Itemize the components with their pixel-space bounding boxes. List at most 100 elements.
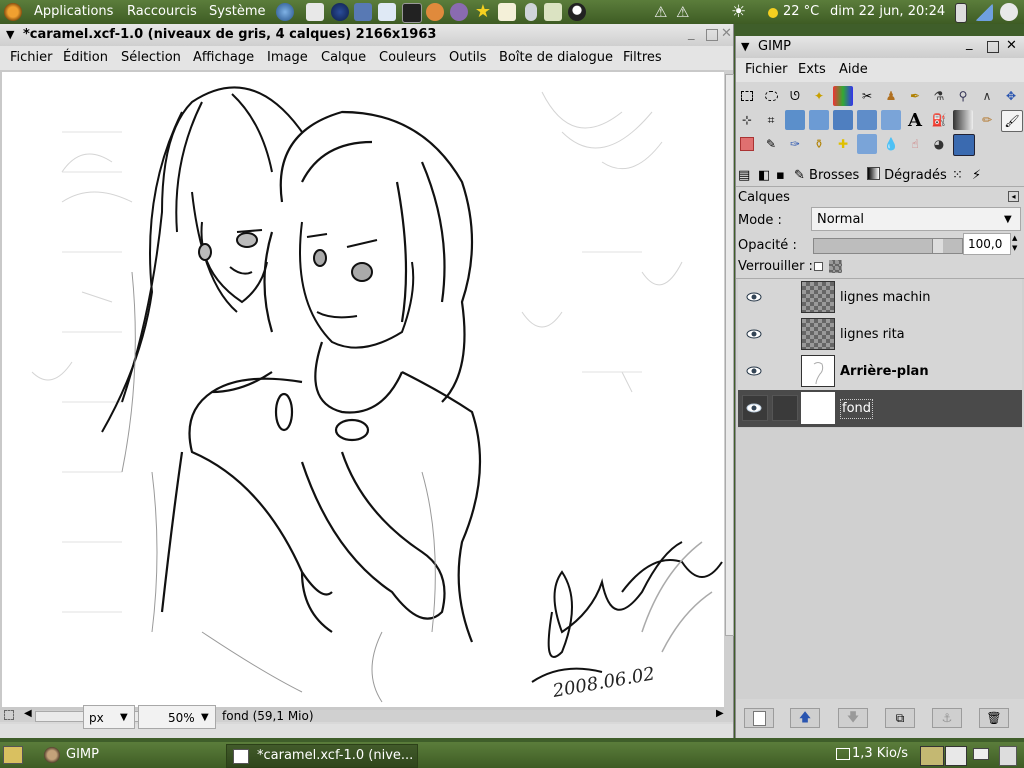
menu-selection[interactable]: Sélection [121, 46, 181, 70]
color-select-tool-icon[interactable] [833, 86, 853, 106]
move-tool-icon[interactable]: ✥ [1001, 86, 1021, 106]
opacity-spinbox[interactable]: 100,0 [963, 233, 1011, 255]
minimize-icon[interactable]: _ [688, 26, 695, 41]
layer-row-selected[interactable]: fond [738, 390, 1022, 428]
vertical-scrollbar[interactable] [724, 70, 734, 710]
fuzzy-select-tool-icon[interactable]: ✦ [809, 86, 829, 106]
smudge-tool-icon[interactable]: ☝ [905, 134, 925, 154]
launcher-icon[interactable] [426, 3, 444, 21]
paintbrush-tool-icon[interactable]: 🖌 [1001, 110, 1023, 132]
taskbar-item-gimp[interactable]: GIMP [40, 744, 220, 766]
vertical-scroll-thumb[interactable] [725, 74, 734, 636]
scissors-tool-icon[interactable]: ✂ [857, 86, 877, 106]
trash-icon[interactable] [999, 746, 1017, 766]
anchor-layer-button[interactable]: ⚓ [932, 708, 962, 728]
zoom-tool-icon[interactable]: ⚲ [953, 86, 973, 106]
new-layer-button[interactable] [744, 708, 774, 728]
window-menu-icon[interactable]: ▼ [741, 40, 749, 53]
browser-icon[interactable] [276, 3, 294, 21]
gnome-foot-icon[interactable] [4, 3, 22, 21]
opacity-stepper-icon[interactable]: ▲ ▼ [1012, 233, 1017, 253]
minimize-icon[interactable]: _ [966, 36, 973, 51]
close-icon[interactable]: ✕ [721, 26, 732, 41]
network-signal-icon[interactable] [975, 3, 993, 21]
firefox-icon[interactable] [331, 3, 349, 21]
shear-tool-icon[interactable] [833, 110, 853, 130]
tab-channels-icon[interactable]: ◧ [758, 166, 774, 186]
weather-temperature[interactable]: 22 °C [783, 0, 819, 24]
eraser-tool-icon[interactable] [737, 134, 757, 154]
menu-edition[interactable]: Édition [63, 46, 108, 70]
drawing-canvas[interactable]: 2008.06.02 [2, 72, 724, 707]
ink-tool-icon[interactable]: ✑ [785, 134, 805, 154]
paths-tool-icon[interactable]: ✒ [905, 86, 925, 106]
color-tools-icon[interactable] [953, 134, 975, 156]
system-menu[interactable]: Système [209, 0, 265, 24]
menu-calque[interactable]: Calque [321, 46, 366, 70]
terminal-icon[interactable] [402, 3, 422, 23]
lasso-tool-icon[interactable]: ᘎ [785, 86, 805, 106]
menu-outils[interactable]: Outils [449, 46, 487, 70]
opacity-slider[interactable] [813, 238, 963, 254]
dock-menu-fichier[interactable]: Fichier [745, 58, 788, 82]
star-icon[interactable]: ★ [474, 3, 492, 21]
clone-tool-icon[interactable]: ⚱ [809, 134, 829, 154]
heal-tool-icon[interactable]: ✚ [833, 134, 853, 154]
ellipse-select-tool-icon[interactable] [761, 86, 781, 106]
menu-couleurs[interactable]: Couleurs [379, 46, 436, 70]
perspective-clone-tool-icon[interactable] [857, 134, 877, 154]
menu-image[interactable]: Image [267, 46, 308, 70]
eye-icon[interactable] [746, 328, 762, 340]
delete-layer-button[interactable]: 🗑 [979, 708, 1009, 728]
dock-menu-aide[interactable]: Aide [839, 58, 868, 82]
maximize-icon[interactable] [706, 29, 718, 41]
text-tool-icon[interactable]: A [905, 110, 925, 131]
bell-icon[interactable]: ⚠ [654, 3, 672, 21]
dock-menu-exts[interactable]: Exts [798, 58, 826, 82]
layer-row[interactable]: lignes rita [738, 316, 1022, 354]
menu-affichage[interactable]: Affichage [193, 46, 254, 70]
workspace-2[interactable] [945, 746, 967, 766]
lower-layer-button[interactable]: 🡇 [838, 708, 868, 728]
network-monitor-icon[interactable] [836, 748, 850, 760]
color-picker-tool-icon[interactable]: ⚗ [929, 86, 949, 106]
airbrush-tool-icon[interactable]: ✎ [761, 134, 781, 154]
perspective-tool-icon[interactable] [857, 110, 877, 130]
clipboard-icon[interactable] [544, 3, 562, 21]
microphone-icon[interactable] [525, 3, 537, 21]
menu-boite-de-dialogue[interactable]: Boîte de dialogue [499, 46, 613, 70]
mail-icon[interactable] [306, 3, 324, 21]
panel-menu-icon[interactable]: ◂ [1008, 191, 1019, 202]
photo-icon[interactable] [354, 3, 372, 21]
rect-select-tool-icon[interactable] [737, 86, 757, 106]
layer-row[interactable]: Arrière-plan [738, 353, 1022, 391]
eye-icon[interactable] [746, 365, 762, 377]
brightness-icon[interactable]: ☀ [731, 3, 749, 21]
duplicate-layer-button[interactable]: ⧉ [885, 708, 915, 728]
tab-gradients[interactable]: Dégradés [867, 166, 949, 186]
layer-row[interactable]: lignes machin [738, 279, 1022, 317]
menu-filtres[interactable]: Filtres [623, 46, 662, 70]
calendar-icon[interactable] [378, 3, 396, 21]
places-menu[interactable]: Raccourcis [127, 0, 197, 24]
menu-fichier[interactable]: Fichier [10, 46, 53, 70]
mode-select[interactable]: Normal ▼ [811, 207, 1021, 231]
battery-icon[interactable] [955, 3, 967, 23]
align-tool-icon[interactable]: ⊹ [737, 110, 757, 130]
eye-icon[interactable] [746, 291, 762, 303]
layer-name[interactable]: lignes machin [840, 279, 931, 316]
shutdown-icon[interactable] [1000, 3, 1018, 21]
dodge-burn-tool-icon[interactable]: ◕ [929, 134, 949, 154]
raise-layer-button[interactable]: 🡅 [790, 708, 820, 728]
pidgin-icon[interactable] [450, 3, 468, 21]
bell2-icon[interactable]: ⚠ [676, 3, 694, 21]
show-desktop-icon[interactable] [3, 746, 23, 764]
bucket-fill-tool-icon[interactable]: ⛽ [929, 110, 949, 130]
zoom-select[interactable]: 50% ▼ [138, 705, 216, 729]
crop-tool-icon[interactable]: ⌗ [761, 110, 781, 130]
unit-select[interactable]: px ▼ [83, 705, 135, 729]
maximize-icon[interactable] [987, 41, 999, 53]
rotate-tool-icon[interactable] [785, 110, 805, 130]
pencil-tool-icon[interactable]: ✏ [977, 110, 997, 130]
close-icon[interactable]: ✕ [1006, 38, 1017, 53]
